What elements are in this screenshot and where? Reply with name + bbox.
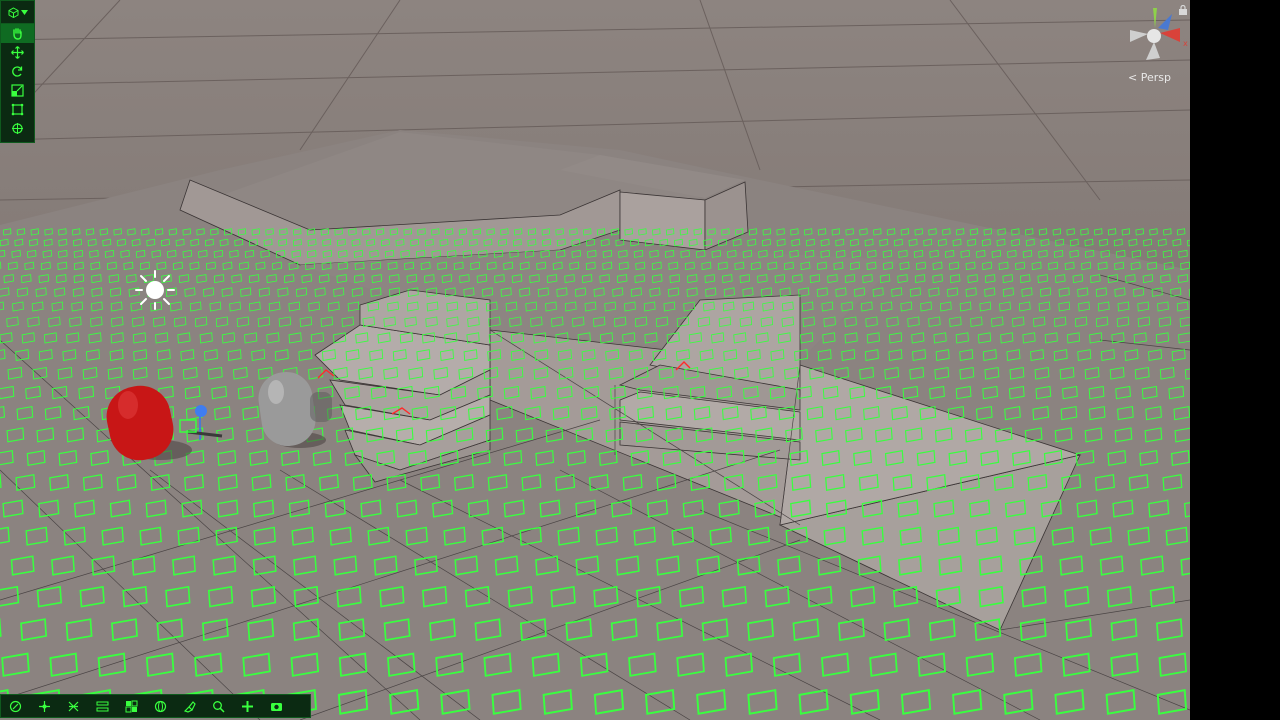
lock-icon[interactable] xyxy=(1178,1,1188,20)
move-tool-button[interactable] xyxy=(1,43,34,62)
tool-strip-header[interactable] xyxy=(1,1,34,24)
globe-button[interactable] xyxy=(146,695,175,717)
hand-tool-icon xyxy=(13,28,22,40)
rotate-tool-button[interactable] xyxy=(1,62,34,81)
layers-icon xyxy=(96,701,109,711)
layers-button[interactable] xyxy=(88,695,117,717)
move-snap-icon xyxy=(39,700,50,712)
transform-tool-button[interactable] xyxy=(1,119,34,138)
tile-button[interactable] xyxy=(117,695,146,717)
hand-tool-button[interactable] xyxy=(1,24,34,43)
pivot-button[interactable] xyxy=(1,695,30,717)
rotate-tool-icon xyxy=(12,66,23,77)
pivot-icon xyxy=(9,700,22,712)
scale-tool-icon xyxy=(11,84,24,97)
cube-icon xyxy=(8,6,18,18)
camera-button[interactable] xyxy=(262,695,291,717)
move-snap-button[interactable] xyxy=(30,695,59,717)
bottom-tool-strip xyxy=(0,694,311,718)
search-icon xyxy=(213,700,225,713)
paint-icon xyxy=(183,700,196,713)
grid-icon xyxy=(68,701,79,711)
gizmo-center[interactable] xyxy=(1147,29,1161,43)
scene-viewport[interactable]: x < Persp xyxy=(0,0,1190,720)
gizmo-neg-y-axis[interactable] xyxy=(1146,42,1160,60)
gizmo-neg-x-axis[interactable] xyxy=(1130,30,1148,42)
globe-icon xyxy=(154,700,167,712)
move-tool-icon xyxy=(11,46,24,59)
gizmo-z-axis[interactable] xyxy=(1158,14,1172,30)
rect-tool-button[interactable] xyxy=(1,100,34,119)
gizmo-y-axis[interactable] xyxy=(1153,8,1157,28)
tile-icon xyxy=(125,700,138,712)
grid-button[interactable] xyxy=(59,695,88,717)
add-icon xyxy=(242,700,253,712)
camera-icon xyxy=(271,702,282,711)
search-button[interactable] xyxy=(204,695,233,717)
chevron-down-icon xyxy=(20,9,28,15)
projection-toggle[interactable]: < Persp xyxy=(1128,71,1171,84)
add-button[interactable] xyxy=(233,695,262,717)
raised-block-face xyxy=(619,191,706,251)
gizmo-x-axis[interactable] xyxy=(1160,28,1180,42)
svg-text:x: x xyxy=(1183,39,1188,48)
tool-strip xyxy=(0,0,35,143)
right-empty-panel xyxy=(1190,0,1280,720)
scale-tool-button[interactable] xyxy=(1,81,34,100)
directional-light-icon[interactable] xyxy=(135,270,175,310)
paint-button[interactable] xyxy=(175,695,204,717)
rect-tool-icon xyxy=(11,103,24,116)
scene-canvas[interactable] xyxy=(0,0,1190,720)
transform-tool-icon xyxy=(12,123,23,134)
